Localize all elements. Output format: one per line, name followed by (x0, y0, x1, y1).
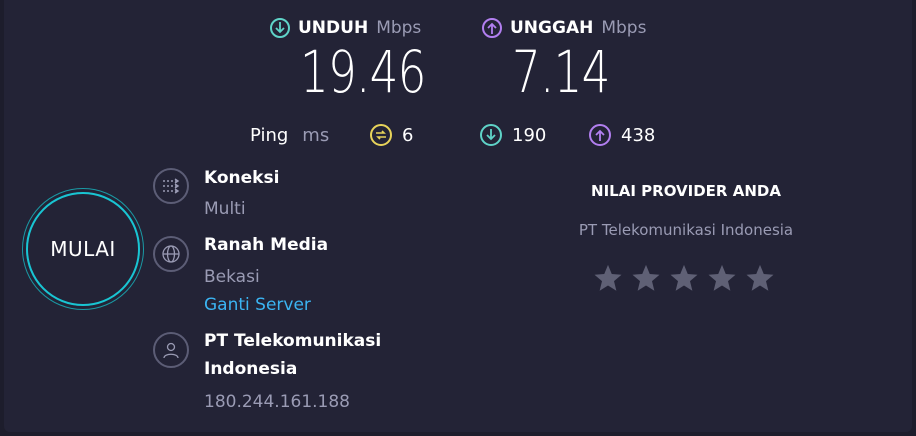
globe-icon (153, 236, 189, 272)
ip-address: 180.244.161.188 (204, 392, 351, 412)
start-button-label: MULAI (50, 237, 116, 261)
provider-name-line2: Indonesia (204, 359, 298, 379)
download-arrow-icon (270, 18, 290, 38)
star-icon-1[interactable] (593, 263, 623, 293)
download-value: 19.46 (300, 38, 426, 106)
ping-upload-value: 438 (621, 124, 656, 146)
upload-unit: Mbps (601, 18, 647, 38)
ping-idle-value: 6 (402, 124, 414, 146)
connection-value: Multi (204, 199, 246, 219)
connections-icon[interactable] (153, 168, 189, 204)
ping-upload-icon (589, 124, 611, 146)
ping-label-group: Ping ms (250, 125, 329, 146)
ping-idle: 6 (370, 124, 413, 146)
ping-label: Ping (250, 125, 289, 146)
upload-header: UNGGAH Mbps (482, 18, 646, 38)
download-header: UNDUH Mbps (270, 18, 421, 38)
user-icon (153, 332, 189, 368)
ping-idle-icon (370, 124, 392, 146)
ping-upload: 438 (589, 124, 655, 146)
upload-value: 7.14 (512, 38, 610, 106)
star-icon-4[interactable] (707, 263, 737, 293)
star-icon-2[interactable] (631, 263, 661, 293)
ping-download-value: 190 (512, 124, 547, 146)
server-location: Bekasi (204, 267, 260, 287)
change-server-link[interactable]: Ganti Server (204, 295, 311, 315)
upload-arrow-icon (482, 18, 502, 38)
start-button[interactable]: MULAI (26, 192, 140, 306)
server-title: Ranah Media (204, 235, 329, 255)
connection-title: Koneksi (204, 168, 280, 188)
upload-label: UNGGAH (510, 18, 594, 38)
download-label: UNDUH (298, 18, 369, 38)
provider-name-line1: PT Telekomunikasi (204, 331, 382, 351)
ping-download: 190 (480, 124, 546, 146)
rating-title: NILAI PROVIDER ANDA (591, 182, 781, 200)
ping-unit: ms (302, 125, 330, 146)
speedtest-panel (4, 0, 912, 432)
star-icon-5[interactable] (745, 263, 775, 293)
download-unit: Mbps (376, 18, 422, 38)
ping-download-icon (480, 124, 502, 146)
rating-stars (593, 263, 775, 293)
rating-provider: PT Telekomunikasi Indonesia (578, 221, 794, 239)
star-icon-3[interactable] (669, 263, 699, 293)
